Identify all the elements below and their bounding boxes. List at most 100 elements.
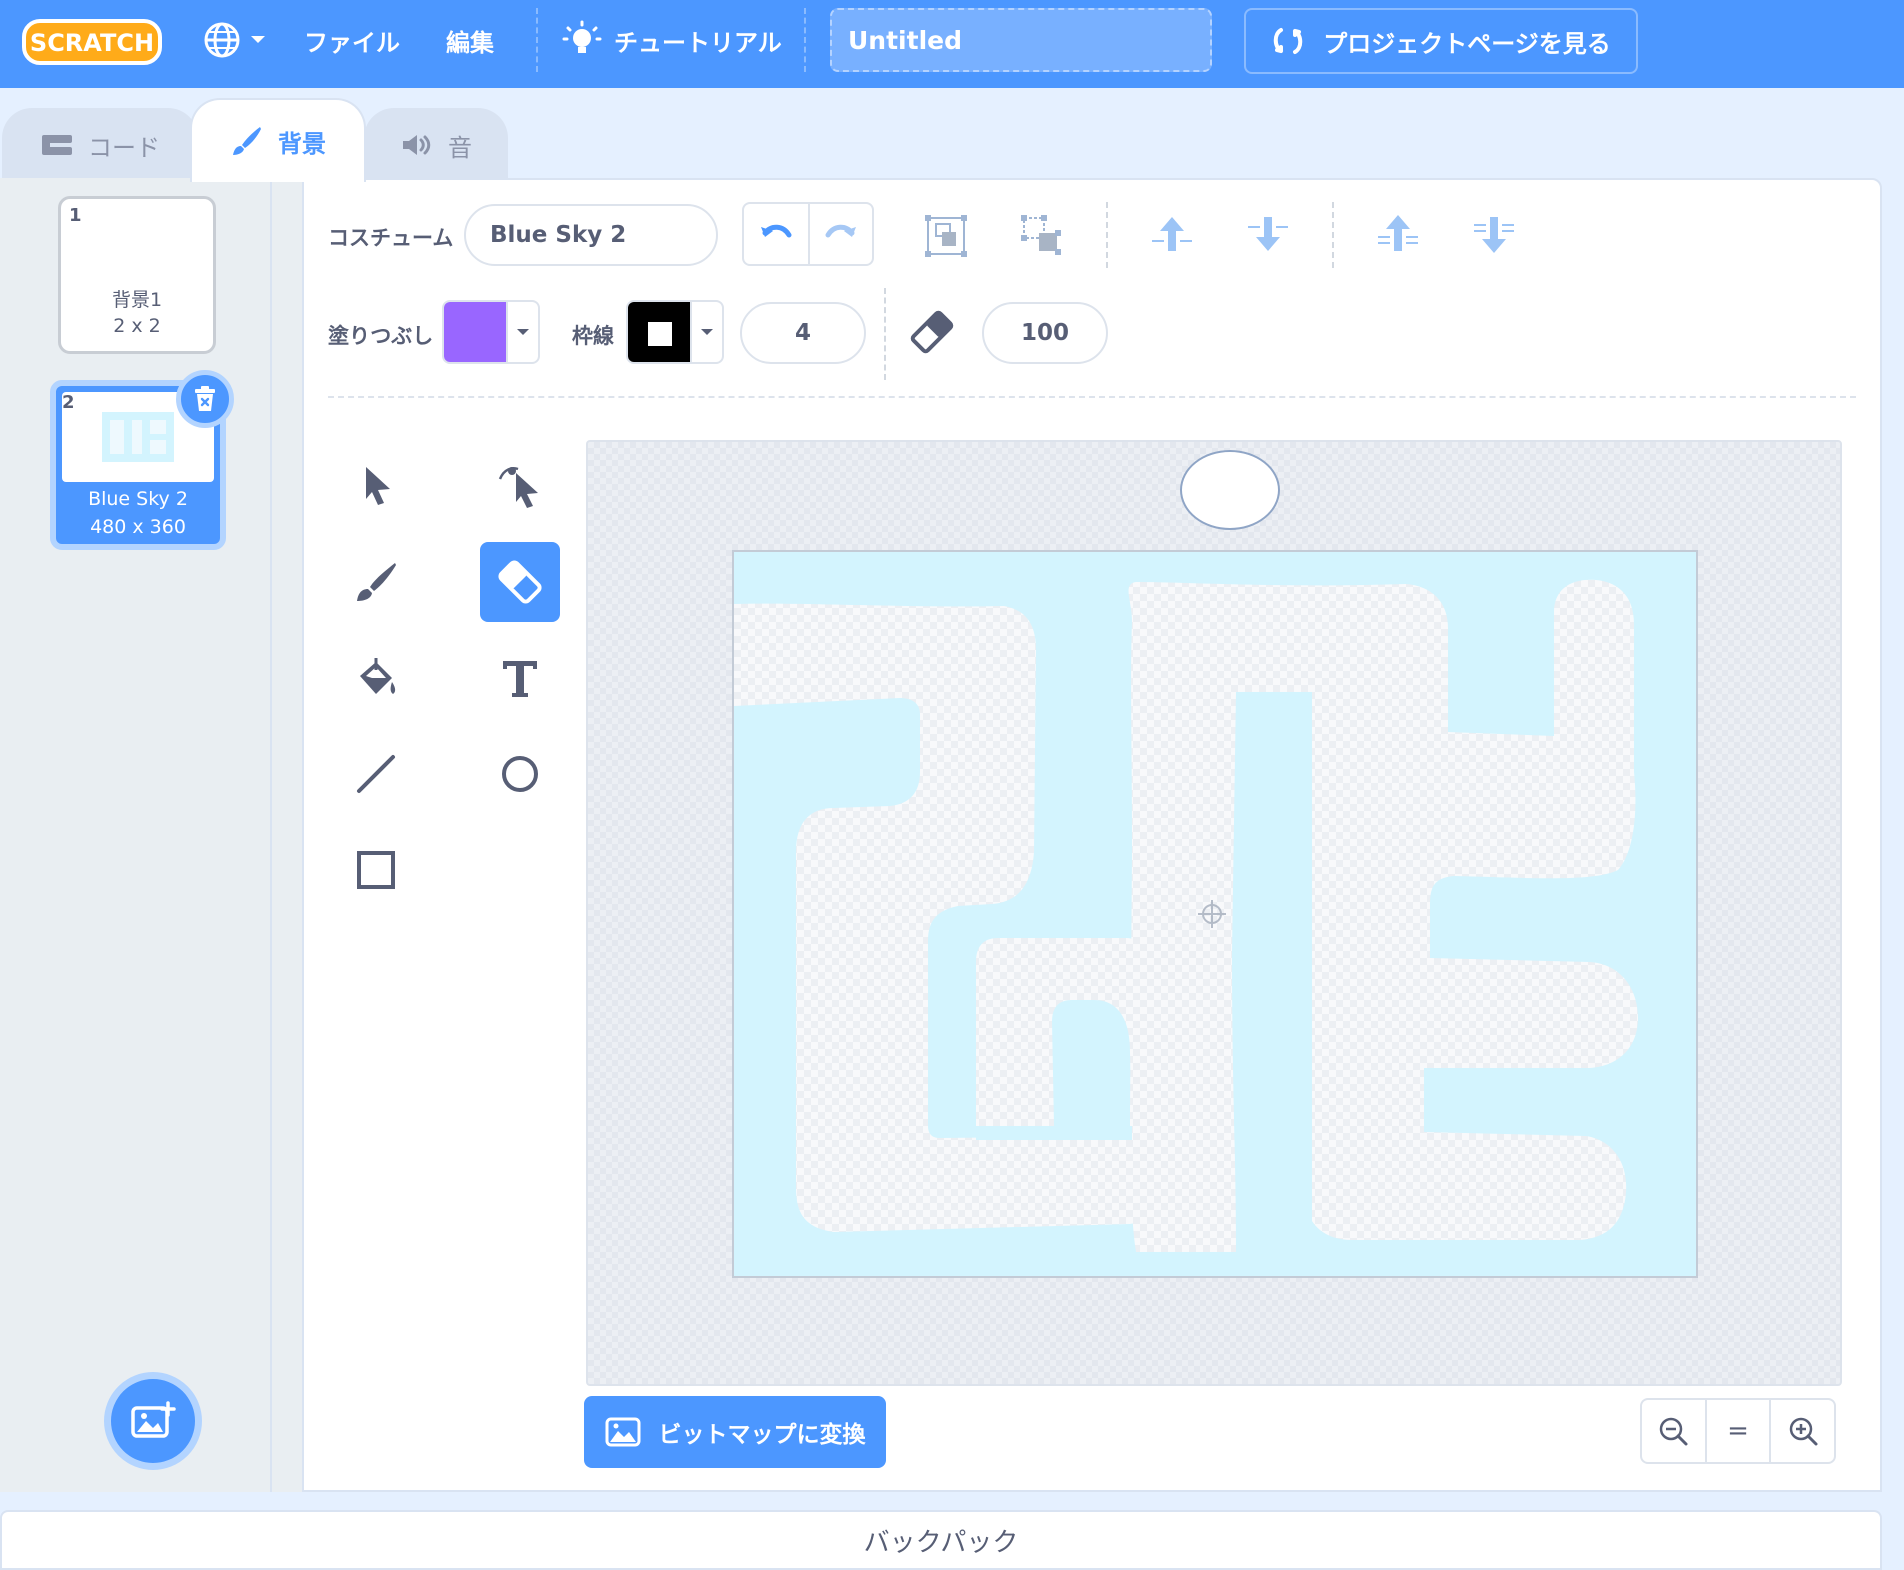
redo-icon <box>825 224 856 238</box>
choose-backdrop-button[interactable] <box>104 1372 202 1470</box>
code-blocks-icon <box>42 135 72 155</box>
switch-arrows-icon <box>1273 28 1303 54</box>
lightbulb-icon <box>562 20 602 53</box>
costume-name-label: コスチューム <box>328 226 454 250</box>
undo-icon <box>761 224 792 238</box>
zoom-reset-button[interactable]: = <box>1704 1400 1770 1462</box>
project-title-input[interactable] <box>830 8 1212 72</box>
tutorials-menu[interactable]: チュートリアル <box>562 0 782 80</box>
eraser-icon <box>498 560 542 604</box>
caret-down-icon <box>701 329 713 335</box>
paintbrush-icon <box>233 127 261 155</box>
rectangle-tool[interactable] <box>336 830 416 910</box>
paint-canvas[interactable] <box>586 440 1842 1386</box>
select-tool[interactable] <box>336 446 416 526</box>
backdrop-number: 1 <box>69 205 82 226</box>
outline-dropdown[interactable] <box>690 302 722 362</box>
back-button[interactable] <box>1466 206 1522 262</box>
eraser-size-input[interactable] <box>982 302 1108 364</box>
backdrop-item[interactable]: 1 背景1 2 x 2 <box>58 196 216 354</box>
menu-bar: SCRATCH ファイル 編集 チュートリアル プロジェクトページを見る <box>0 0 1904 88</box>
ungroup-icon <box>1021 215 1061 255</box>
chevron-down-icon <box>251 36 265 43</box>
toolbar-divider <box>1106 202 1108 268</box>
tab-backdrops-label: 背景 <box>278 129 326 158</box>
text-t-icon <box>503 661 537 697</box>
redo-button[interactable] <box>808 204 872 264</box>
backdrop-size: 2 x 2 <box>113 315 161 337</box>
backdrop-list <box>0 178 272 1492</box>
rotation-handle[interactable] <box>1180 450 1280 530</box>
delete-backdrop-button[interactable] <box>176 370 234 428</box>
convert-to-bitmap-label: ビットマップに変換 <box>658 1422 866 1448</box>
ungroup-button[interactable] <box>1014 208 1070 264</box>
reshape-tool[interactable] <box>480 446 560 526</box>
fill-label: 塗りつぶし <box>328 324 434 348</box>
menu-divider <box>536 8 538 72</box>
zoom-in-icon <box>1789 1417 1818 1446</box>
toolbar-divider <box>884 288 886 380</box>
see-project-page-button[interactable]: プロジェクトページを見る <box>1244 8 1638 74</box>
fill-dropdown[interactable] <box>506 302 538 362</box>
outline-label: 枠線 <box>572 324 614 348</box>
toolbar-separator <box>328 396 1856 398</box>
costume-name-input[interactable] <box>464 204 718 266</box>
fill-tool[interactable] <box>336 638 416 718</box>
zoom-out-button[interactable] <box>1642 1400 1705 1462</box>
text-tool[interactable] <box>480 638 560 718</box>
undo-redo-group <box>742 202 874 266</box>
add-image-icon <box>131 1401 176 1438</box>
tab-sounds-label: 音 <box>448 133 472 162</box>
arrow-pointer-icon <box>366 467 390 505</box>
zoom-out-icon <box>1660 1417 1688 1446</box>
circle-tool[interactable] <box>480 734 560 814</box>
backpack-bar[interactable]: バックパック <box>0 1510 1882 1570</box>
globe-icon <box>204 22 240 58</box>
backward-button[interactable] <box>1240 206 1296 262</box>
fill-color-picker[interactable] <box>442 300 540 364</box>
bitmap-image-icon <box>605 1417 640 1447</box>
backdrop-artboard[interactable] <box>732 550 1698 1278</box>
outline-width-input[interactable] <box>740 302 866 364</box>
trash-icon <box>195 386 215 411</box>
maze-drawing <box>734 579 1638 1252</box>
outline-inner-square <box>648 322 672 346</box>
line-tool[interactable] <box>336 734 416 814</box>
eraser-icon <box>910 310 954 354</box>
file-menu[interactable]: ファイル <box>304 0 400 80</box>
tab-code[interactable]: コード <box>2 108 198 180</box>
tab-sounds[interactable]: 音 <box>364 108 508 180</box>
tutorials-label: チュートリアル <box>614 28 782 57</box>
outline-color-picker[interactable] <box>626 300 724 364</box>
tab-code-label: コード <box>88 133 160 162</box>
svg-text:SCRATCH: SCRATCH <box>30 29 154 57</box>
front-button[interactable] <box>1370 206 1426 262</box>
backdrop-name: Blue Sky 2 <box>88 488 188 510</box>
arrow-down-icon <box>1248 217 1288 251</box>
toolbar-divider <box>1332 202 1334 268</box>
outline-color-swatch <box>628 302 690 362</box>
convert-to-bitmap-button[interactable]: ビットマップに変換 <box>584 1396 886 1468</box>
circle-icon <box>502 756 538 792</box>
backdrop-list-scrollbar[interactable] <box>272 178 302 1492</box>
tab-backdrops[interactable]: 背景 <box>190 98 366 182</box>
group-button[interactable] <box>918 208 974 264</box>
paintbrush-icon <box>357 563 396 601</box>
bring-to-front-icon <box>1378 215 1418 251</box>
language-menu[interactable] <box>202 0 268 80</box>
undo-button[interactable] <box>744 204 808 264</box>
zoom-in-button[interactable] <box>1769 1400 1834 1462</box>
edit-menu[interactable]: 編集 <box>446 0 494 80</box>
scratch-logo[interactable]: SCRATCH <box>22 17 162 67</box>
fill-color-swatch <box>444 302 506 362</box>
paint-bucket-icon <box>360 658 396 694</box>
menu-divider <box>804 8 806 72</box>
backdrop-size: 480 x 360 <box>90 516 186 538</box>
rectangle-icon <box>357 851 395 889</box>
eraser-tool[interactable] <box>480 542 560 622</box>
brush-tool[interactable] <box>336 542 416 622</box>
forward-button[interactable] <box>1144 206 1200 262</box>
line-icon <box>357 755 395 793</box>
speaker-icon <box>403 135 431 155</box>
caret-down-icon <box>517 329 529 335</box>
